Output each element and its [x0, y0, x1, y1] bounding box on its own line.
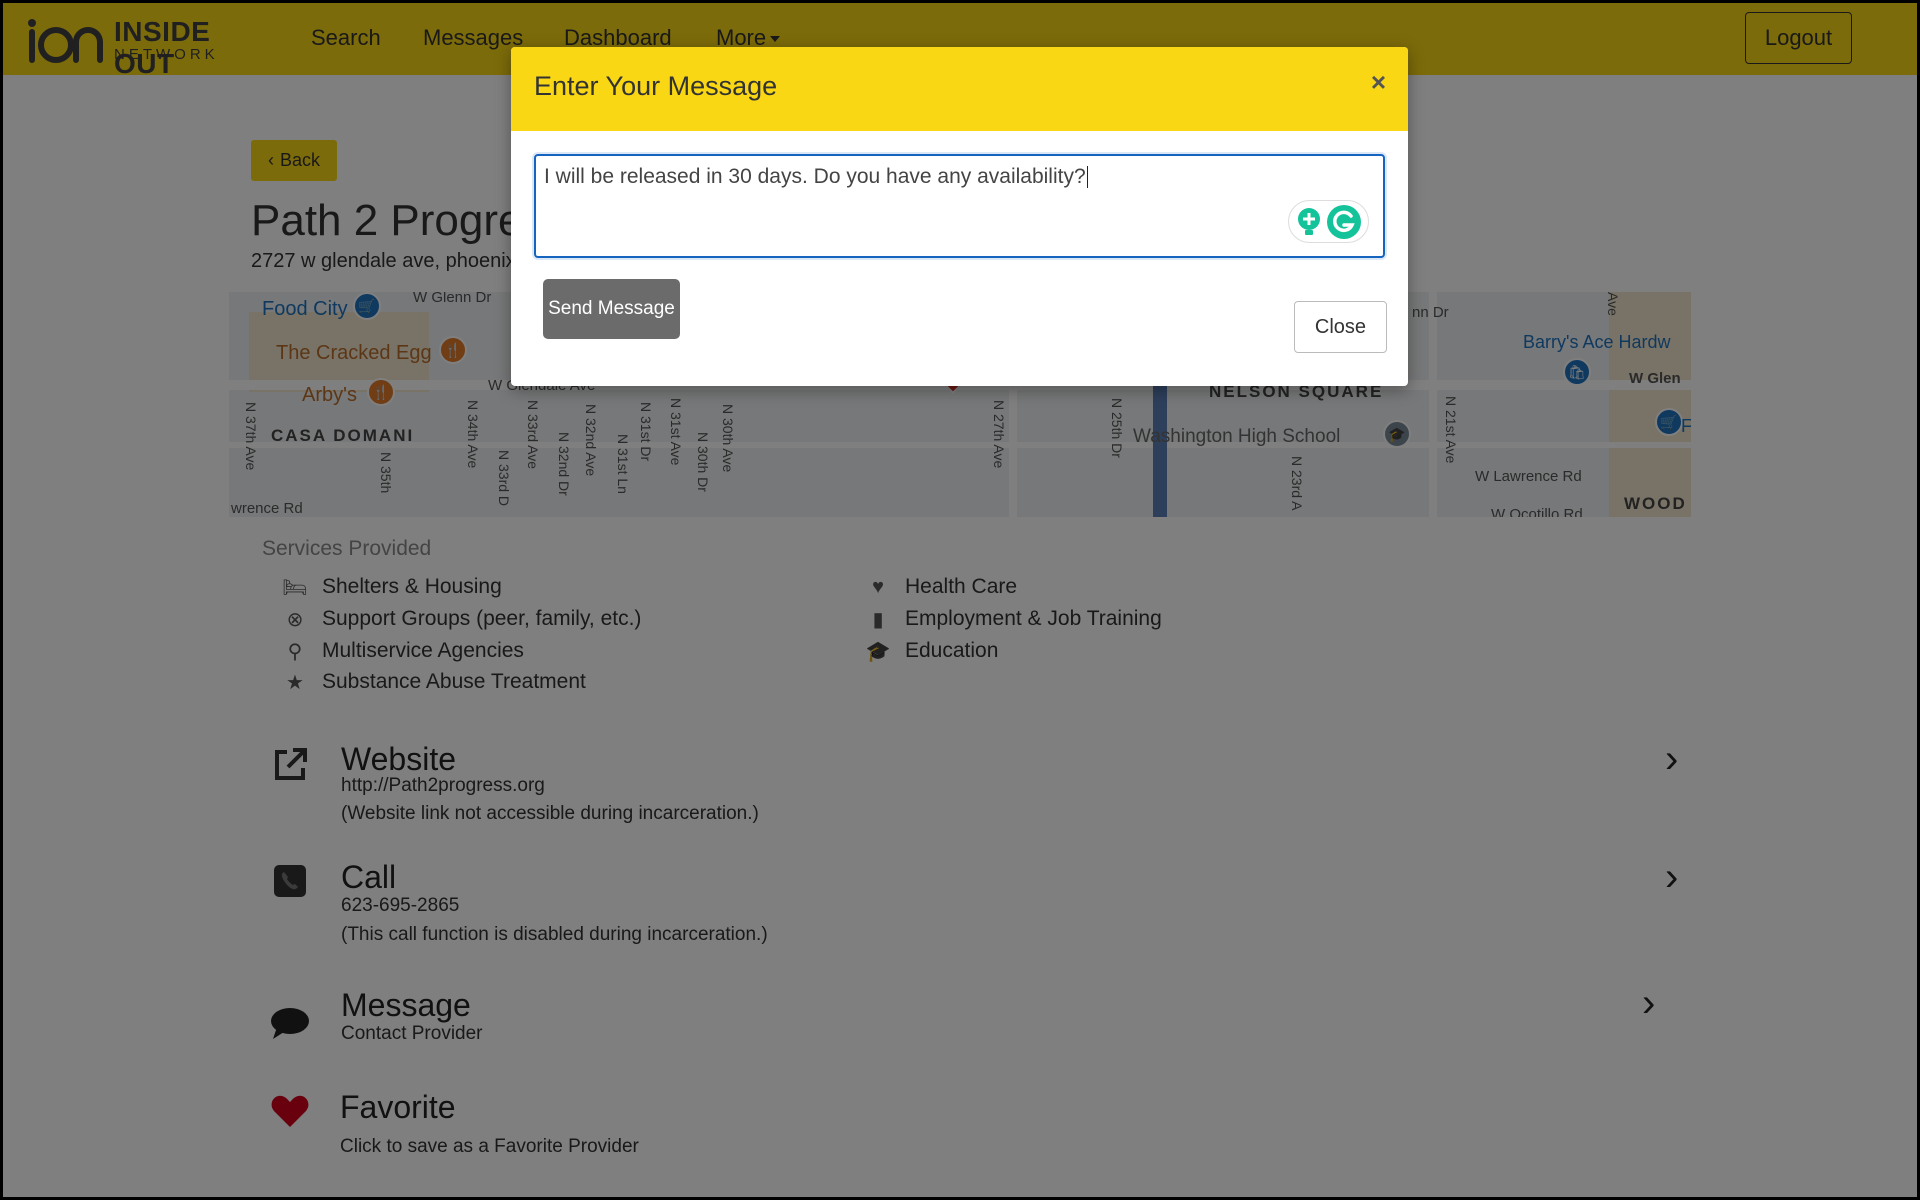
message-modal: Enter Your Message × I will be released … — [511, 47, 1408, 386]
message-text: I will be released in 30 days. Do you ha… — [544, 165, 1086, 188]
send-message-button[interactable]: Send Message — [543, 279, 680, 339]
close-button[interactable]: Close — [1294, 301, 1387, 353]
modal-title: Enter Your Message — [534, 71, 778, 101]
lightbulb-icon[interactable] — [1295, 207, 1323, 237]
close-icon[interactable]: × — [1371, 67, 1386, 98]
message-textarea[interactable]: I will be released in 30 days. Do you ha… — [534, 154, 1385, 258]
grammarly-icon[interactable] — [1326, 204, 1362, 240]
modal-header: Enter Your Message × — [511, 47, 1408, 131]
text-cursor — [1086, 166, 1089, 188]
grammarly-widget[interactable] — [1288, 200, 1369, 243]
